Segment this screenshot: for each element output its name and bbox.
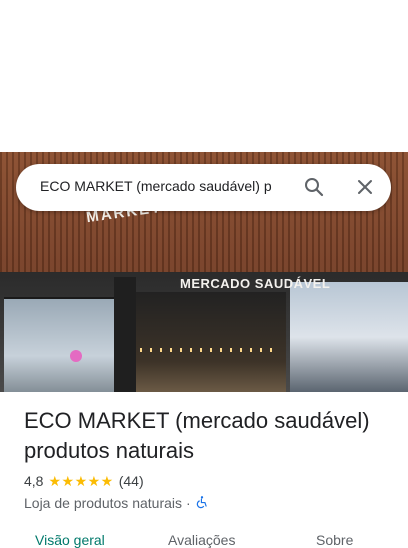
tab-reviews[interactable]: Avaliações bbox=[168, 532, 235, 548]
storefront-sign-main: MERCADO SAUDÁVEL bbox=[180, 276, 331, 291]
tab-about[interactable]: Sobre bbox=[316, 532, 353, 548]
search-bar[interactable]: ECO MARKET (mercado saudável) p bbox=[16, 164, 391, 211]
storefront-pillar bbox=[114, 277, 136, 392]
place-title: ECO MARKET (mercado saudável) produtos n… bbox=[24, 408, 370, 463]
close-icon[interactable] bbox=[353, 175, 377, 199]
place-category: Loja de produtos naturais bbox=[24, 495, 182, 511]
storefront-window-center bbox=[136, 292, 286, 392]
search-icon[interactable] bbox=[302, 175, 326, 199]
rating-row[interactable]: 4,8 ★★★★★ (44) bbox=[24, 472, 144, 490]
tab-overview[interactable]: Visão geral bbox=[35, 532, 105, 548]
star-rating: ★★★★★ bbox=[48, 472, 114, 489]
search-input[interactable]: ECO MARKET (mercado saudável) p bbox=[40, 178, 288, 198]
string-lights bbox=[140, 348, 280, 352]
place-tabs: Visão geral Avaliações Sobre bbox=[0, 528, 408, 548]
category-row: Loja de produtos naturais · bbox=[24, 494, 209, 512]
storefront-window-left bbox=[4, 297, 114, 392]
review-count[interactable]: (44) bbox=[119, 473, 144, 489]
storefront-window-right bbox=[290, 282, 408, 392]
separator: · bbox=[186, 495, 191, 511]
rating-value: 4,8 bbox=[24, 473, 44, 489]
wheelchair-icon bbox=[195, 495, 209, 512]
pink-light bbox=[70, 350, 82, 362]
